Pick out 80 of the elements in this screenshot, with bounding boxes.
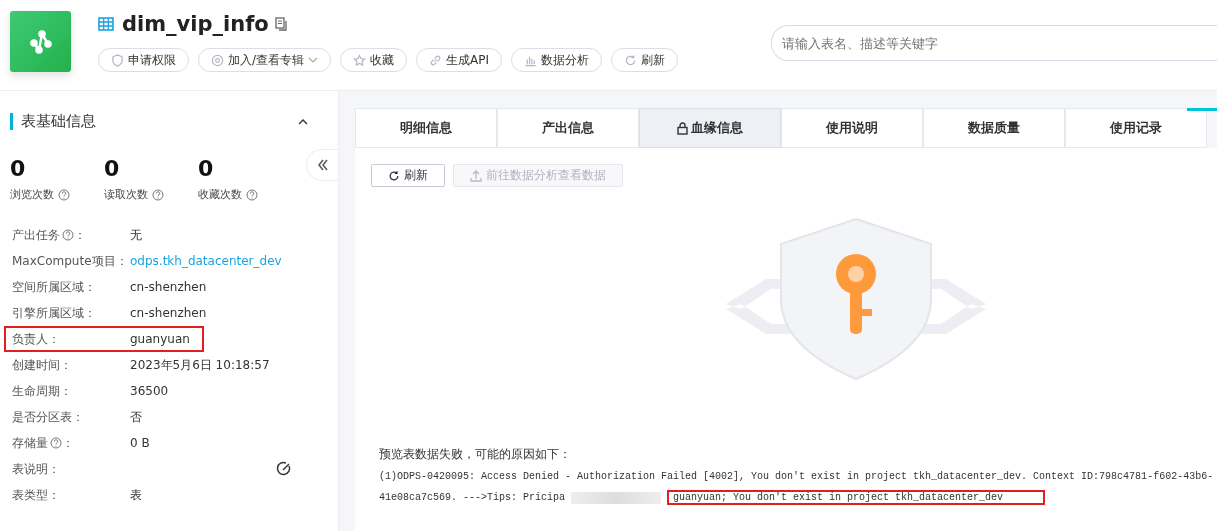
- section-title: 表基础信息: [21, 111, 96, 131]
- colon: ：: [62, 434, 74, 452]
- field-label: 产出任务: [12, 226, 60, 244]
- refresh-icon: [624, 53, 638, 67]
- table-icon: [98, 16, 114, 32]
- refresh-button[interactable]: 刷新: [371, 164, 445, 187]
- field-label: MaxCompute项目: [12, 252, 116, 270]
- field-label: 表类型: [12, 486, 48, 504]
- help-icon[interactable]: [50, 437, 62, 449]
- colon: ：: [84, 278, 96, 296]
- stat-value: 0: [104, 156, 121, 181]
- field-label: 空间所属区域: [12, 278, 84, 296]
- error-message: (1)ODPS-0420095: Access Denied - Authorization Failed [4002], You don't exist in project tkh_datacenter_dev. Context ID:798c4781-f602-43b6-: [379, 471, 1215, 482]
- album-icon: [211, 53, 224, 67]
- highlight-box: guanyuan; You don't exist in project tkh_datacenter_dev: [667, 490, 1046, 505]
- field-label: 负责人: [12, 330, 48, 348]
- colon: ：: [60, 382, 72, 400]
- colon: ：: [48, 330, 60, 348]
- action-button[interactable]: 加入/查看专辑: [198, 48, 332, 72]
- field-value: 0 B: [130, 436, 150, 450]
- colon: ：: [72, 408, 84, 426]
- field-value: cn-shenzhen: [130, 280, 207, 294]
- double-chevron-icon: [316, 159, 329, 171]
- field-value: 否: [130, 408, 142, 426]
- search-field[interactable]: 请输入表名、描述等关键字: [771, 25, 1217, 61]
- tab[interactable]: 使用记录: [1065, 108, 1207, 148]
- colon: ：: [60, 356, 72, 374]
- colon: ：: [115, 252, 128, 270]
- colon: ：: [84, 304, 96, 322]
- accent-bar: [1187, 108, 1217, 111]
- colon: ：: [74, 226, 86, 244]
- tab[interactable]: 产出信息: [497, 108, 639, 148]
- refresh-icon: [388, 169, 400, 182]
- field-label: 存储量: [12, 434, 48, 452]
- field-value: 表: [130, 486, 142, 504]
- action-button[interactable]: 生成API: [416, 48, 503, 72]
- edit-icon[interactable]: [276, 461, 292, 477]
- upload-icon: [470, 169, 482, 182]
- app-logo: [10, 11, 71, 72]
- field-label: 引擎所属区域: [12, 304, 84, 322]
- field-value: 2023年5月6日 10:18:57: [130, 356, 270, 374]
- stat-value: 0: [10, 156, 27, 181]
- help-icon[interactable]: [62, 229, 74, 241]
- star-icon: [353, 53, 367, 67]
- field-value: 36500: [130, 384, 169, 398]
- tab[interactable]: 使用说明: [781, 108, 923, 148]
- stat-value: 0: [198, 156, 215, 181]
- action-button[interactable]: 收藏: [340, 48, 408, 72]
- field-label: 生命周期: [12, 382, 60, 400]
- tab[interactable]: 明细信息: [355, 108, 497, 148]
- collapse-sidebar-button[interactable]: [306, 149, 338, 181]
- field-value: cn-shenzhen: [130, 306, 207, 320]
- lock-icon: [677, 121, 688, 135]
- action-button[interactable]: 刷新: [611, 48, 679, 72]
- field-label: 创建时间: [12, 356, 60, 374]
- action-button[interactable]: 申请权限: [98, 48, 189, 72]
- shield-icon: [111, 53, 124, 67]
- stat-label: 浏览次数: [10, 187, 54, 202]
- field-label: 表说明: [12, 460, 48, 478]
- error-title: 预览表数据失败，可能的原因如下：: [379, 446, 572, 463]
- action-button[interactable]: 数据分析: [511, 48, 603, 72]
- colon: ：: [48, 486, 60, 504]
- collapse-icon[interactable]: [298, 117, 308, 125]
- link-icon: [429, 53, 443, 67]
- help-icon[interactable]: [246, 188, 258, 201]
- stat-label: 收藏次数: [198, 187, 242, 202]
- tab[interactable]: 数据质量: [923, 108, 1065, 148]
- section-marker: [10, 112, 13, 130]
- colon: ：: [48, 460, 60, 478]
- tab[interactable]: 血缘信息: [639, 108, 781, 148]
- field-label: 是否分区表: [12, 408, 72, 426]
- table-name: dim_vip_info: [122, 12, 269, 36]
- stat-label: 读取次数: [104, 187, 148, 202]
- help-icon[interactable]: [152, 188, 164, 201]
- help-icon[interactable]: [58, 188, 70, 201]
- caret-icon: [308, 57, 319, 63]
- error-message: 41e08ca7c569. --->Tips: Pricipa: [379, 492, 566, 503]
- copy-icon[interactable]: [274, 17, 287, 31]
- field-value: guanyuan: [130, 332, 190, 346]
- field-value: 无: [130, 226, 142, 244]
